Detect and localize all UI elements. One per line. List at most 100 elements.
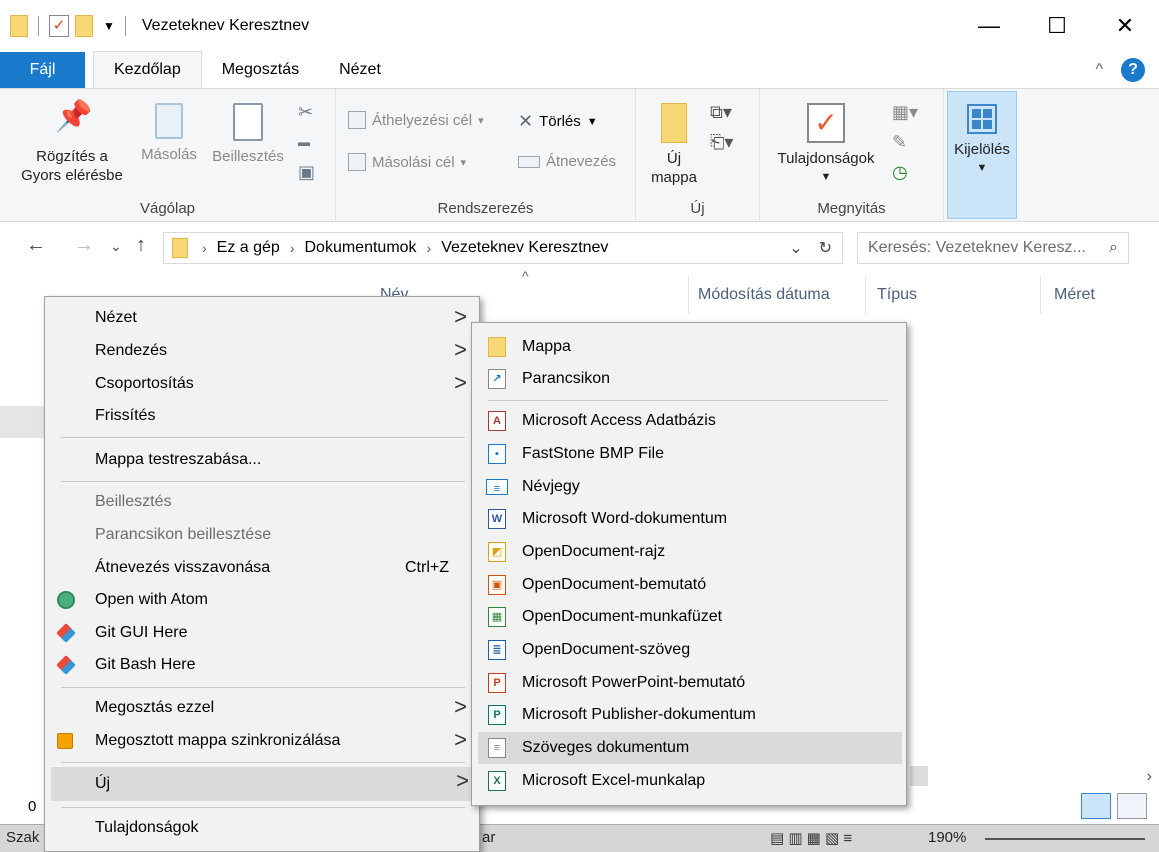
new-folder-label-1: Új <box>666 150 682 167</box>
menu-item-group-by[interactable]: Csoportosítás > <box>45 369 479 399</box>
copy-path-icon[interactable]: ▬ <box>298 127 315 157</box>
large-icons-view-icon[interactable] <box>1117 793 1147 819</box>
shortcut-label: Ctrl+Z <box>405 559 449 576</box>
menu-item-paste-shortcut: Parancsikon beillesztése <box>45 520 479 550</box>
help-icon[interactable]: ? <box>1121 58 1145 82</box>
menu-item-git-gui[interactable]: Git GUI Here <box>45 618 479 648</box>
select-button[interactable]: Kijelölés ▼ <box>947 91 1017 219</box>
submenu-item-odg[interactable]: ◩ OpenDocument-rajz <box>472 536 906 568</box>
menu-item-view[interactable]: Nézet > <box>45 303 479 333</box>
menu-item-label: Rendezés <box>95 342 168 359</box>
maximize-button[interactable]: ☐ <box>1023 0 1091 52</box>
up-arrow-icon[interactable]: ↑ <box>136 234 146 257</box>
odt-icon: ≣ <box>488 640 506 660</box>
ribbon: 📌 Rögzítés a Gyors elérésbe Másolás Beil… <box>0 88 1159 223</box>
menu-item-properties[interactable]: Tulajdonságok <box>45 813 479 843</box>
submenu-item-folder[interactable]: Mappa <box>472 331 906 363</box>
menu-item-sync-shared-folder[interactable]: Megosztott mappa szinkronizálása > <box>45 726 479 756</box>
submenu-item-powerpoint[interactable]: P Microsoft PowerPoint-bemutató <box>472 667 906 699</box>
ods-icon: ▦ <box>488 607 506 627</box>
copy-to-button[interactable]: Másolási cél ▾ <box>348 153 466 171</box>
new-folder-quick-icon[interactable] <box>75 15 93 37</box>
customize-quick-access-icon[interactable]: ▼ <box>103 19 115 33</box>
collapse-ribbon-icon[interactable]: ^ <box>1095 61 1103 79</box>
pin-icon: 📌 <box>55 100 93 133</box>
pin-quick-access-button[interactable]: 📌 Rögzítés a Gyors elérésbe <box>12 100 132 185</box>
tab-share[interactable]: Megosztás <box>202 52 319 88</box>
submenu-item-bmp[interactable]: ▪ FastStone BMP File <box>472 438 906 470</box>
horizontal-scrollbar[interactable]: › <box>910 766 1158 790</box>
organize-group: Áthelyezési cél ▾ Másolási cél ▾ ✕ Törlé… <box>336 89 636 223</box>
chevron-right-icon[interactable]: › <box>202 240 207 256</box>
menu-item-sort[interactable]: Rendezés > <box>45 336 479 366</box>
delete-button[interactable]: ✕ Törlés ▼ <box>518 111 598 132</box>
shortcut-icon: ↗ <box>488 369 506 389</box>
submenu-item-shortcut[interactable]: ↗ Parancsikon <box>472 363 906 395</box>
menu-item-new[interactable]: Új > <box>51 767 475 801</box>
submenu-item-contact[interactable]: ≡ Névjegy <box>472 471 906 503</box>
column-type[interactable]: Típus <box>877 276 917 314</box>
nav-pane-selected-item[interactable] <box>0 406 44 438</box>
submenu-item-word[interactable]: W Microsoft Word-dokumentum <box>472 503 906 535</box>
breadcrumb-documents[interactable]: Dokumentumok <box>305 239 417 257</box>
menu-item-label: Megosztott mappa szinkronizálása <box>95 732 341 749</box>
submenu-item-ods[interactable]: ▦ OpenDocument-munkafüzet <box>472 601 906 633</box>
menu-item-customize-folder[interactable]: Mappa testreszabása... <box>45 445 479 475</box>
submenu-item-label: OpenDocument-rajz <box>522 543 666 560</box>
back-arrow-icon[interactable]: ← <box>26 234 46 257</box>
properties-quick-icon[interactable]: ✓ <box>49 15 69 37</box>
cut-icon[interactable]: ✂ <box>298 97 315 127</box>
details-view-icon[interactable] <box>1081 793 1111 819</box>
forward-arrow-icon[interactable]: → <box>74 234 94 257</box>
zoom-slider[interactable] <box>985 838 1145 840</box>
address-history-icon[interactable]: ⌄ <box>789 238 802 258</box>
new-folder-button[interactable]: Új mappa <box>642 103 706 187</box>
breadcrumb-this-pc[interactable]: Ez a gép <box>217 239 280 257</box>
history-icon[interactable]: ◷ <box>892 157 918 187</box>
copy-button[interactable]: Másolás <box>136 103 202 164</box>
rename-button[interactable]: Átnevezés <box>518 153 616 170</box>
easy-access-icon[interactable]: ⎗▾ <box>710 127 733 157</box>
tab-file[interactable]: Fájl <box>0 52 85 88</box>
column-modified[interactable]: Módosítás dátuma <box>698 276 830 314</box>
chevron-right-icon[interactable]: › <box>427 240 432 256</box>
move-to-button[interactable]: Áthelyezési cél ▾ <box>348 111 484 129</box>
submenu-item-odt[interactable]: ≣ OpenDocument-szöveg <box>472 634 906 666</box>
breadcrumb-current-folder[interactable]: Vezeteknev Keresztnev <box>441 239 608 257</box>
scroll-right-icon[interactable]: › <box>1147 768 1152 786</box>
refresh-icon[interactable]: ↻ <box>819 238 832 258</box>
tab-home[interactable]: Kezdőlap <box>93 51 202 88</box>
submenu-item-access[interactable]: A Microsoft Access Adatbázis <box>472 405 906 437</box>
new-item-icon[interactable]: ⧉▾ <box>710 97 733 127</box>
close-button[interactable]: ✕ <box>1091 0 1159 52</box>
scrollbar-thumb[interactable] <box>910 766 928 786</box>
chevron-right-icon: > <box>454 304 467 329</box>
search-input[interactable]: Keresés: Vezeteknev Keresz... ⌕ <box>857 232 1129 264</box>
submenu-item-label: Szöveges dokumentum <box>522 739 690 756</box>
open-icon[interactable]: ▦▾ <box>892 97 918 127</box>
column-size[interactable]: Méret <box>1054 276 1095 314</box>
submenu-item-odp[interactable]: ▣ OpenDocument-bemutató <box>472 569 906 601</box>
submenu-item-label: Mappa <box>522 338 571 355</box>
properties-icon: ✓ <box>807 103 845 143</box>
minimize-button[interactable]: — <box>955 0 1023 52</box>
menu-item-label: Parancsikon beillesztése <box>95 526 272 543</box>
menu-item-open-with-atom[interactable]: Open with Atom <box>45 585 479 615</box>
properties-button[interactable]: ✓ Tulajdonságok ▼ <box>766 103 886 187</box>
tab-view[interactable]: Nézet <box>319 52 401 88</box>
submenu-item-publisher[interactable]: P Microsoft Publisher-dokumentum <box>472 699 906 731</box>
menu-item-undo-rename[interactable]: Átnevezés visszavonása Ctrl+Z <box>45 553 479 583</box>
menu-item-share-with[interactable]: Megosztás ezzel > <box>45 693 479 723</box>
recent-locations-icon[interactable]: ⌄ <box>110 238 122 255</box>
paste-button[interactable]: Beillesztés <box>206 103 290 166</box>
submenu-item-text-document[interactable]: ≡ Szöveges dokumentum <box>478 732 902 764</box>
chevron-right-icon[interactable]: › <box>290 240 295 256</box>
address-row: ← → ⌄ ↑ › Ez a gép › Dokumentumok › Veze… <box>0 222 1159 274</box>
edit-icon[interactable]: ✎ <box>892 127 918 157</box>
menu-item-refresh[interactable]: Frissítés <box>45 401 479 431</box>
address-bar[interactable]: › Ez a gép › Dokumentumok › Vezeteknev K… <box>163 232 843 264</box>
menu-item-git-bash[interactable]: Git Bash Here <box>45 650 479 680</box>
paste-shortcut-icon[interactable]: ▣ <box>298 157 315 187</box>
folder-icon <box>172 238 188 258</box>
submenu-item-excel[interactable]: X Microsoft Excel-munkalap <box>472 765 906 797</box>
